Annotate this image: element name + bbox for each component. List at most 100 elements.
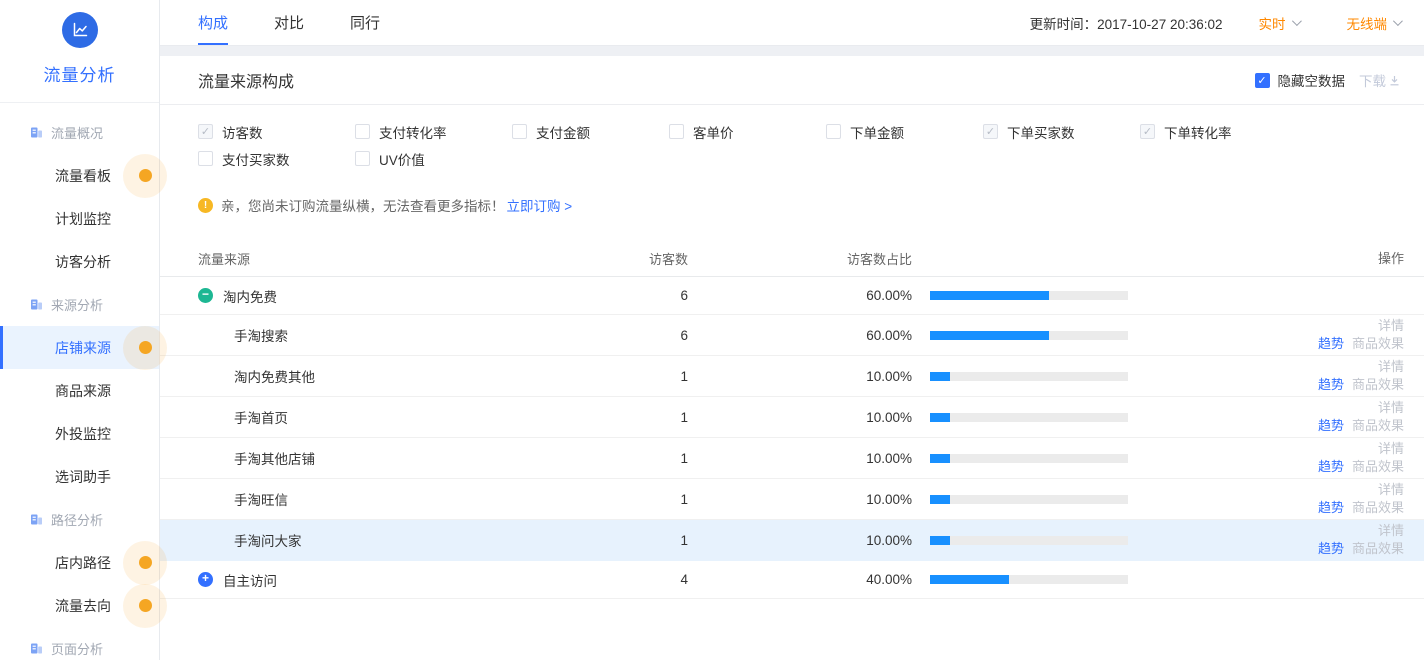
checkbox-icon[interactable] bbox=[355, 124, 370, 139]
content-panel: 流量来源构成 隐藏空数据 下载 访客数支付转化率支付金额客单价下单金额下单买家数… bbox=[160, 56, 1424, 660]
notification-badge bbox=[123, 541, 167, 585]
bar-track bbox=[930, 536, 1128, 545]
sidebar-item[interactable]: 店铺来源 bbox=[0, 326, 159, 369]
metric-checkbox-item[interactable]: 下单转化率 bbox=[1140, 122, 1297, 141]
device-selector[interactable]: 无线端 bbox=[1347, 13, 1401, 33]
sidebar-item[interactable]: 外投监控 bbox=[0, 412, 159, 455]
source-name-cell: 手淘其他店铺 bbox=[198, 448, 638, 468]
checkbox-icon[interactable] bbox=[198, 124, 213, 139]
visitors-value: 1 bbox=[638, 492, 688, 507]
product-effect-link: 商品效果 bbox=[1352, 541, 1404, 556]
share-bar bbox=[930, 291, 1128, 300]
bar-track bbox=[930, 291, 1128, 300]
sidebar-group-label: 路径分析 bbox=[0, 498, 159, 541]
panel-header-right: 隐藏空数据 下载 bbox=[1255, 70, 1401, 90]
metric-checkbox-item[interactable]: 支付金额 bbox=[512, 122, 669, 141]
trend-link[interactable]: 趋势 bbox=[1318, 500, 1344, 515]
visitors-value: 1 bbox=[638, 410, 688, 425]
sidebar-menu: 流量概况流量看板计划监控访客分析来源分析店铺来源商品来源外投监控选词助手路径分析… bbox=[0, 103, 159, 660]
source-name: 手淘其他店铺 bbox=[234, 448, 315, 468]
source-name: 自主访问 bbox=[223, 570, 277, 590]
metric-checkbox-item[interactable]: 下单买家数 bbox=[983, 122, 1140, 141]
sidebar-item[interactable]: 商品来源 bbox=[0, 369, 159, 412]
source-name-cell: 手淘搜索 bbox=[198, 325, 638, 345]
sidebar-item[interactable]: 访客分析 bbox=[0, 240, 159, 283]
sidebar-item-label: 计划监控 bbox=[55, 209, 111, 229]
trend-link[interactable]: 趋势 bbox=[1318, 459, 1344, 474]
detail-link: 详情 bbox=[1378, 482, 1404, 497]
checkbox-icon[interactable] bbox=[1140, 124, 1155, 139]
sidebar-group-label: 页面分析 bbox=[0, 627, 159, 660]
source-name: 手淘旺信 bbox=[234, 489, 288, 509]
visitor-share-value: 60.00% bbox=[688, 328, 912, 343]
expand-icon[interactable]: + bbox=[198, 572, 213, 587]
source-name-cell: 手淘问大家 bbox=[198, 530, 638, 550]
table-row: −淘内免费660.00% bbox=[160, 277, 1424, 315]
building-icon bbox=[30, 298, 43, 311]
source-name-cell: + 自主访问 bbox=[198, 570, 638, 590]
checkbox-icon[interactable] bbox=[355, 151, 370, 166]
col-source: 流量来源 bbox=[198, 249, 638, 268]
action-line-2: 趋势商品效果 bbox=[1128, 458, 1404, 476]
product-effect-link: 商品效果 bbox=[1352, 336, 1404, 351]
table-row: 手淘搜索660.00% 详情趋势商品效果 bbox=[160, 315, 1424, 356]
metric-checkbox-item[interactable]: 支付买家数 bbox=[198, 149, 355, 168]
trend-link[interactable]: 趋势 bbox=[1318, 377, 1344, 392]
metric-checkbox-item[interactable]: UV价值 bbox=[355, 149, 512, 168]
notice-text: 亲，您尚未订购流量纵横，无法查看更多指标！ bbox=[221, 195, 505, 215]
checkbox-icon[interactable] bbox=[198, 151, 213, 166]
metric-checkbox-item[interactable]: 下单金额 bbox=[826, 122, 983, 141]
product-effect-link: 商品效果 bbox=[1352, 418, 1404, 433]
metric-label: UV价值 bbox=[379, 149, 425, 169]
sidebar-item[interactable]: 店内路径 bbox=[0, 541, 159, 584]
tab[interactable]: 构成 bbox=[198, 0, 228, 45]
app-title: 流量分析 bbox=[0, 61, 159, 86]
metric-label: 支付转化率 bbox=[379, 122, 447, 142]
sidebar-item[interactable]: 流量去向 bbox=[0, 584, 159, 627]
action-line-1: 详情 bbox=[1128, 522, 1404, 540]
realtime-selector[interactable]: 实时 bbox=[1259, 13, 1299, 33]
hide-empty-checkbox[interactable] bbox=[1255, 73, 1270, 88]
checkbox-icon[interactable] bbox=[826, 124, 841, 139]
detail-link: 详情 bbox=[1378, 441, 1404, 456]
checkbox-icon[interactable] bbox=[512, 124, 527, 139]
trend-link[interactable]: 趋势 bbox=[1318, 418, 1344, 433]
checkbox-icon[interactable] bbox=[983, 124, 998, 139]
actions-cell: 详情趋势商品效果 bbox=[1128, 317, 1404, 353]
metric-checkbox-item[interactable]: 支付转化率 bbox=[355, 122, 512, 141]
visitor-share-value: 10.00% bbox=[688, 451, 912, 466]
visitors-value: 6 bbox=[638, 328, 688, 343]
metric-checkbox-item[interactable]: 客单价 bbox=[669, 122, 826, 141]
tab-bar: 构成 对比 同行 bbox=[198, 0, 426, 45]
source-name: 淘内免费其他 bbox=[234, 366, 315, 386]
metric-checkbox-item[interactable]: 访客数 bbox=[198, 122, 355, 141]
trend-link[interactable]: 趋势 bbox=[1318, 541, 1344, 556]
trend-link[interactable]: 趋势 bbox=[1318, 336, 1344, 351]
download-link[interactable]: 下载 bbox=[1359, 70, 1400, 90]
sidebar-item[interactable]: 选词助手 bbox=[0, 455, 159, 498]
visitors-value: 4 bbox=[638, 572, 688, 587]
actions-cell: 详情趋势商品效果 bbox=[1128, 358, 1404, 394]
source-name-cell: −淘内免费 bbox=[198, 286, 638, 306]
product-effect-link: 商品效果 bbox=[1352, 377, 1404, 392]
sidebar-item[interactable]: 流量看板 bbox=[0, 154, 159, 197]
visitors-value: 1 bbox=[638, 369, 688, 384]
action-line-2: 趋势商品效果 bbox=[1128, 417, 1404, 435]
bar-fill bbox=[930, 372, 950, 381]
col-visitor-share: 访客数占比 bbox=[688, 249, 912, 268]
tab[interactable]: 同行 bbox=[350, 0, 380, 45]
app-root: 流量分析 流量概况流量看板计划监控访客分析来源分析店铺来源商品来源外投监控选词助… bbox=[0, 0, 1424, 660]
sidebar-item[interactable]: 计划监控 bbox=[0, 197, 159, 240]
share-bar bbox=[930, 495, 1128, 504]
subscribe-link[interactable]: 立即订购 > bbox=[507, 195, 573, 215]
topbar: 构成对比同行 更新时间：2017-10-27 20:36:02 实时 无线端 bbox=[160, 0, 1424, 46]
collapse-icon[interactable]: − bbox=[198, 288, 213, 303]
section-separator bbox=[160, 46, 1424, 56]
product-effect-link: 商品效果 bbox=[1352, 500, 1404, 515]
actions-cell: 详情趋势商品效果 bbox=[1128, 399, 1404, 435]
tab[interactable]: 对比 bbox=[274, 0, 304, 45]
checkbox-icon[interactable] bbox=[669, 124, 684, 139]
visitor-share-value: 60.00% bbox=[688, 288, 912, 303]
bar-fill bbox=[930, 331, 1049, 340]
metric-label: 客单价 bbox=[693, 122, 734, 142]
